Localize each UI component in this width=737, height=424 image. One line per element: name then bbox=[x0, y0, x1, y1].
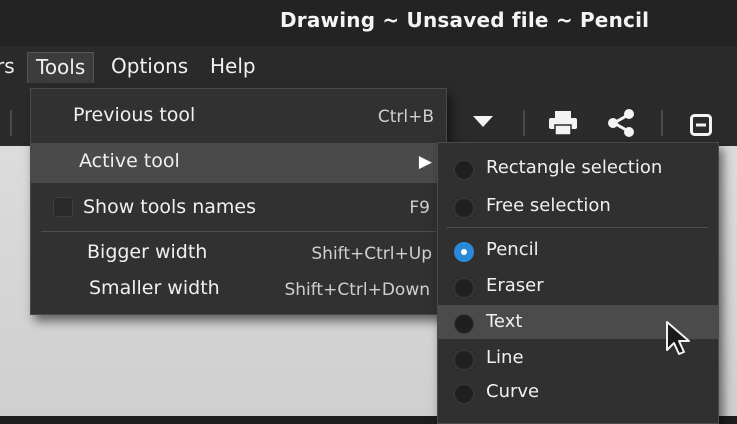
submenu-item-rectangle-selection[interactable]: Rectangle selection bbox=[438, 151, 718, 185]
radio-selected-icon[interactable] bbox=[454, 242, 474, 262]
menu-item-label: Show tools names bbox=[83, 196, 257, 218]
menu-separator bbox=[446, 227, 708, 228]
menu-item-previous-tool[interactable]: Previous tool Ctrl+B bbox=[31, 101, 446, 137]
mouse-cursor-icon bbox=[666, 321, 690, 355]
submenu-item-eraser[interactable]: Eraser bbox=[438, 269, 718, 303]
radio-icon[interactable] bbox=[454, 160, 474, 180]
window-title: Drawing ~ Unsaved file ~ Pencil bbox=[280, 8, 650, 32]
window-icon[interactable] bbox=[690, 114, 712, 136]
submenu-arrow-icon: ▶ bbox=[418, 152, 432, 172]
radio-icon[interactable] bbox=[454, 350, 474, 370]
submenu-item-free-selection[interactable]: Free selection bbox=[438, 189, 718, 223]
menu-item-partial[interactable]: rs bbox=[0, 52, 23, 82]
submenu-item-label: Rectangle selection bbox=[486, 157, 663, 178]
submenu-item-curve[interactable]: Curve bbox=[438, 375, 718, 409]
menu-item-label: Bigger width bbox=[87, 241, 208, 263]
menu-item-label: Previous tool bbox=[73, 104, 196, 126]
menu-item-accelerator: Ctrl+B bbox=[377, 107, 434, 127]
menu-item-label: Active tool bbox=[79, 150, 180, 172]
menu-item-options[interactable]: Options bbox=[103, 52, 196, 82]
menu-item-accelerator: Shift+Ctrl+Up bbox=[311, 244, 432, 264]
submenu-item-pencil[interactable]: Pencil bbox=[438, 233, 718, 267]
radio-icon[interactable] bbox=[454, 384, 474, 404]
menu-item-bigger-width[interactable]: Bigger width Shift+Ctrl+Up bbox=[31, 237, 446, 271]
submenu-item-label: Free selection bbox=[486, 195, 611, 216]
submenu-item-label: Pencil bbox=[486, 239, 539, 260]
menu-item-label: Smaller width bbox=[89, 277, 220, 299]
menu-item-active-tool[interactable]: Active tool ▶ bbox=[31, 143, 446, 183]
menu-item-show-tools-names[interactable]: Show tools names F9 bbox=[31, 191, 446, 227]
submenu-item-label: Text bbox=[486, 311, 523, 332]
menu-item-help[interactable]: Help bbox=[202, 52, 264, 82]
toolbar-separator bbox=[661, 110, 663, 136]
dropdown-arrow-icon[interactable] bbox=[473, 116, 493, 128]
menu-item-accelerator: Shift+Ctrl+Down bbox=[284, 280, 430, 300]
submenu-item-label: Eraser bbox=[486, 275, 544, 296]
tools-menu: Previous tool Ctrl+B Active tool ▶ Show … bbox=[30, 88, 447, 315]
submenu-item-label: Line bbox=[486, 347, 524, 368]
menu-bar: rs Tools Options Help bbox=[0, 46, 737, 88]
toolbar-separator bbox=[523, 110, 525, 136]
menu-item-tools[interactable]: Tools bbox=[27, 52, 95, 83]
radio-icon[interactable] bbox=[454, 278, 474, 298]
submenu-item-label: Curve bbox=[486, 381, 540, 402]
checkbox-icon[interactable] bbox=[53, 197, 73, 217]
print-icon[interactable] bbox=[548, 110, 578, 136]
menu-separator bbox=[41, 231, 436, 232]
menu-item-accelerator: F9 bbox=[409, 198, 430, 218]
radio-icon[interactable] bbox=[454, 198, 474, 218]
radio-icon[interactable] bbox=[454, 314, 474, 334]
share-icon[interactable] bbox=[606, 108, 636, 138]
title-bar: Drawing ~ Unsaved file ~ Pencil bbox=[0, 0, 737, 46]
active-tool-submenu: Rectangle selection Free selection Penci… bbox=[437, 142, 719, 424]
menu-item-smaller-width[interactable]: Smaller width Shift+Ctrl+Down bbox=[31, 273, 446, 307]
toolbar-separator bbox=[10, 110, 12, 136]
